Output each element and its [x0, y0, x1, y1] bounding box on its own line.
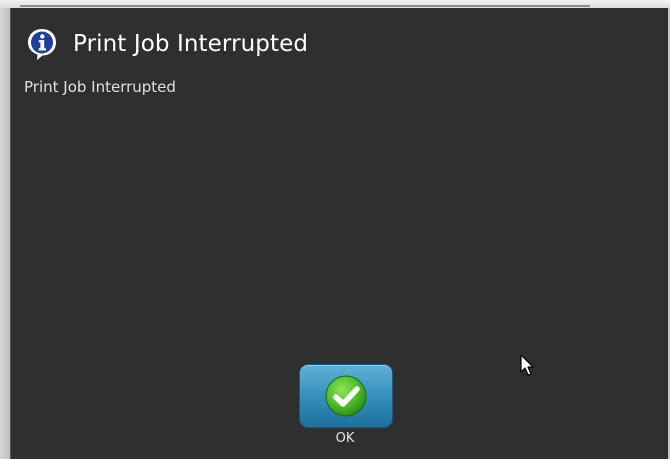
dialog-message: Print Job Interrupted — [24, 78, 176, 96]
left-edge — [0, 8, 10, 459]
message-dialog: Print Job Interrupted Print Job Interrup… — [10, 8, 668, 459]
dialog-title: Print Job Interrupted — [73, 31, 309, 57]
info-icon — [28, 29, 56, 60]
mouse-pointer-icon — [520, 354, 534, 376]
screen-frame: Print Job Interrupted Print Job Interrup… — [0, 0, 670, 459]
top-bar — [0, 0, 670, 8]
ok-button[interactable] — [299, 364, 393, 428]
ok-button-label: OK — [335, 431, 355, 446]
checkmark-icon — [325, 375, 367, 417]
dialog-header: Print Job Interrupted — [25, 26, 308, 62]
